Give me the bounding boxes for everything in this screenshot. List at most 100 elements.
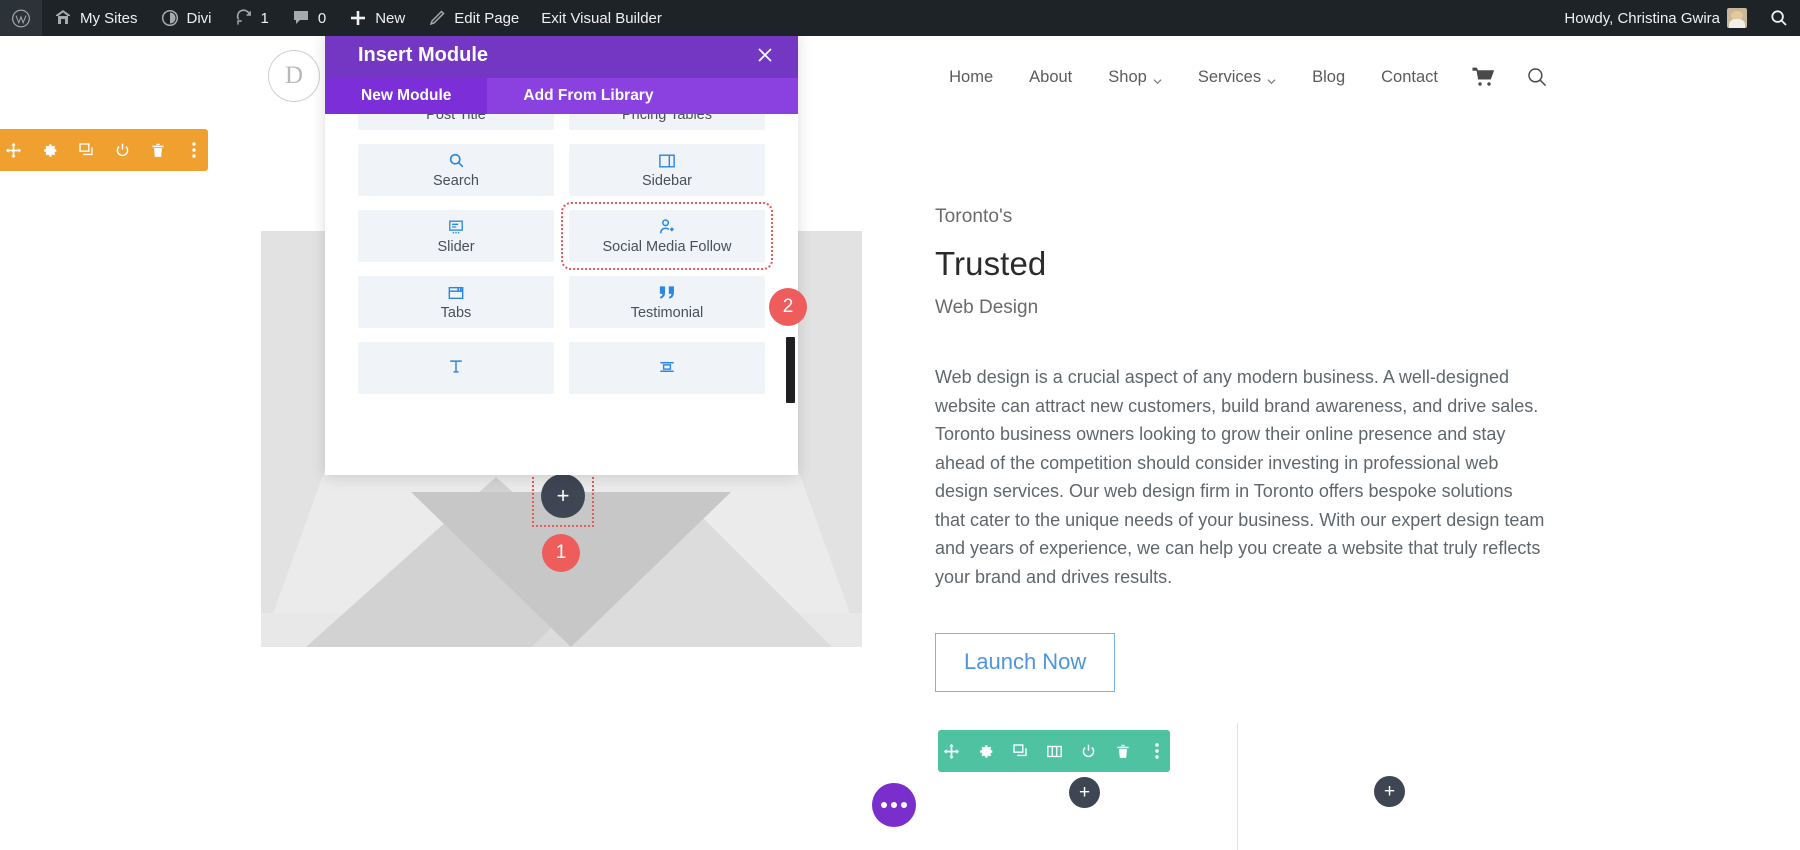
nav-item-blog-label: Blog	[1312, 68, 1345, 87]
toggle-icon	[658, 357, 676, 376]
admin-bar-updates[interactable]: 1	[223, 0, 280, 36]
module-search[interactable]: Search	[358, 144, 554, 196]
module-label: Search	[433, 173, 479, 189]
quote-icon	[658, 283, 677, 302]
launch-now-button[interactable]: Launch Now	[935, 633, 1115, 692]
admin-bar-edit-page[interactable]: Edit Page	[416, 0, 530, 36]
move-icon[interactable]	[938, 733, 964, 770]
chevron-down-icon	[1153, 72, 1162, 81]
admin-bar-new[interactable]: New	[337, 0, 416, 36]
slider-icon	[447, 217, 465, 236]
updates-icon	[234, 8, 254, 28]
add-row-button[interactable]: +	[1069, 777, 1100, 808]
nav-item-about-label: About	[1029, 68, 1072, 87]
nav-item-services[interactable]: Services	[1180, 68, 1294, 87]
module-label: Testimonial	[631, 305, 704, 321]
hero-kicker: Toronto's	[935, 206, 1555, 228]
step-badge-2: 2	[769, 288, 807, 326]
hero-title: Trusted	[935, 245, 1555, 283]
modal-header: Insert Module	[325, 32, 798, 78]
admin-bar-edit-page-label: Edit Page	[454, 10, 519, 27]
hero-body-text: Web design is a crucial aspect of any mo…	[935, 363, 1545, 591]
nav-item-home[interactable]: Home	[931, 68, 1011, 87]
power-icon[interactable]	[109, 132, 136, 169]
admin-bar-exit-visual-builder[interactable]: Exit Visual Builder	[530, 0, 673, 36]
admin-bar-right-group: Howdy, Christina Gwira	[1553, 0, 1800, 36]
insert-module-modal: Insert Module New Module Add From Librar…	[325, 32, 798, 475]
add-module-button[interactable]: +	[1374, 776, 1405, 807]
hero-text-column: Toronto's Trusted Web Design Web design …	[935, 206, 1555, 692]
module-slider[interactable]: Slider	[358, 210, 554, 262]
site-search-icon[interactable]	[1510, 66, 1564, 88]
module-label: Post Title	[426, 114, 486, 123]
my-sites-icon	[53, 8, 73, 28]
cart-icon[interactable]	[1456, 67, 1510, 87]
admin-bar-my-sites[interactable]: My Sites	[42, 0, 149, 36]
module-grid: Post Title Pricing Tables Search	[358, 114, 765, 394]
wordpress-logo-icon	[11, 8, 31, 28]
module-label: Pricing Tables	[622, 114, 712, 123]
hero-subtitle: Web Design	[935, 297, 1555, 319]
module-pricing-tables[interactable]: Pricing Tables	[569, 114, 765, 130]
move-icon[interactable]	[0, 132, 27, 169]
tab-new-module[interactable]: New Module	[325, 78, 487, 114]
person-add-icon	[658, 217, 676, 236]
module-sidebar[interactable]: Sidebar	[569, 144, 765, 196]
duplicate-icon[interactable]	[72, 132, 99, 169]
nav-item-services-label: Services	[1198, 68, 1261, 87]
duplicate-icon[interactable]	[1007, 733, 1033, 770]
trash-icon[interactable]	[145, 132, 172, 169]
comments-icon	[291, 8, 311, 28]
module-toggle[interactable]	[569, 342, 765, 394]
module-label: Tabs	[441, 305, 472, 321]
nav-item-about[interactable]: About	[1011, 68, 1090, 87]
close-icon[interactable]	[754, 44, 776, 66]
site-logo-letter: D	[268, 50, 320, 102]
nav-item-contact[interactable]: Contact	[1363, 68, 1456, 87]
module-post-title[interactable]: Post Title	[358, 114, 554, 130]
site-logo[interactable]: D	[268, 50, 320, 102]
admin-bar-comments[interactable]: 0	[280, 0, 337, 36]
site-header: D Home About Shop Services B	[0, 36, 1800, 118]
admin-bar-divi[interactable]: Divi	[149, 0, 223, 36]
admin-bar-howdy[interactable]: Howdy, Christina Gwira	[1553, 0, 1758, 36]
admin-bar-divi-label: Divi	[187, 10, 212, 27]
modal-scrollbar[interactable]	[786, 337, 795, 403]
nav-item-shop-label: Shop	[1108, 68, 1147, 87]
chevron-down-icon	[1267, 72, 1276, 81]
dot	[891, 802, 897, 808]
add-module-button-highlighted[interactable]: +	[541, 474, 585, 518]
module-tabs[interactable]: Tabs	[358, 276, 554, 328]
tab-add-from-library[interactable]: Add From Library	[487, 78, 689, 114]
nav-item-contact-label: Contact	[1381, 68, 1438, 87]
gear-icon[interactable]	[36, 132, 63, 169]
divi-icon	[160, 8, 180, 28]
admin-bar-left-group: My Sites Divi 1	[0, 0, 673, 36]
module-label: Social Media Follow	[603, 239, 732, 255]
kebab-icon[interactable]	[1144, 733, 1170, 770]
module-testimonial[interactable]: Testimonial	[569, 276, 765, 328]
nav-item-blog[interactable]: Blog	[1294, 68, 1363, 87]
text-icon	[447, 357, 465, 376]
module-list: Post Title Pricing Tables Search	[325, 114, 798, 475]
gear-icon[interactable]	[972, 733, 998, 770]
trash-icon[interactable]	[1109, 733, 1135, 770]
admin-bar-new-label: New	[375, 10, 405, 27]
search-icon	[1769, 8, 1789, 28]
nav-item-shop[interactable]: Shop	[1090, 68, 1180, 87]
avatar	[1727, 8, 1747, 28]
admin-bar-search-button[interactable]	[1758, 0, 1800, 36]
columns-icon[interactable]	[1041, 733, 1067, 770]
module-social-media-follow[interactable]: Social Media Follow	[569, 210, 765, 262]
section-toolbar	[938, 730, 1170, 772]
kebab-icon[interactable]	[181, 132, 208, 169]
row-toolbar	[0, 129, 208, 171]
wp-admin-bar: My Sites Divi 1	[0, 0, 1800, 36]
sidebar-icon	[658, 151, 676, 170]
admin-bar-exit-visual-builder-label: Exit Visual Builder	[541, 10, 662, 27]
builder-more-options-fab[interactable]	[872, 783, 916, 827]
module-text[interactable]	[358, 342, 554, 394]
power-icon[interactable]	[1075, 733, 1101, 770]
wordpress-logo-button[interactable]	[0, 0, 42, 36]
admin-bar-howdy-label: Howdy, Christina Gwira	[1564, 10, 1720, 27]
